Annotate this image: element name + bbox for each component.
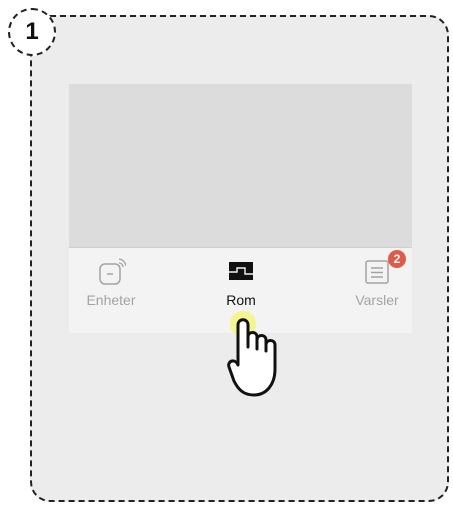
room-icon bbox=[228, 258, 254, 284]
tap-hand-icon bbox=[227, 311, 277, 397]
notifications-icon: 2 bbox=[364, 250, 406, 284]
tab-varsler[interactable]: 2 Varsler bbox=[342, 248, 412, 334]
tab-label-enheter: Enheter bbox=[86, 292, 136, 308]
step-number-badge: 1 bbox=[8, 8, 56, 56]
tab-label-varsler: Varsler bbox=[355, 292, 399, 308]
tab-label-rom: Rom bbox=[226, 292, 256, 308]
notification-count-badge: 2 bbox=[388, 250, 406, 268]
app-content-area bbox=[69, 84, 412, 247]
step-number: 1 bbox=[25, 18, 39, 45]
devices-icon bbox=[98, 258, 127, 285]
tab-enheter[interactable]: Enheter bbox=[69, 248, 153, 334]
